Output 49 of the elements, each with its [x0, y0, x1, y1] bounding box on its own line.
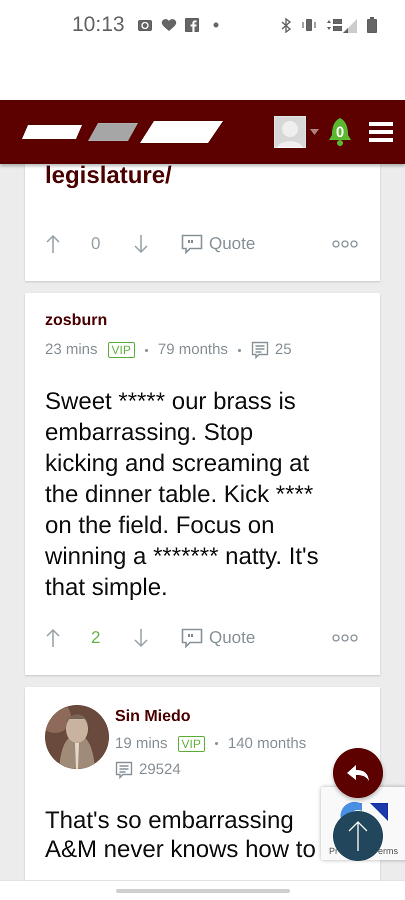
comment-count-icon: [250, 341, 269, 360]
more-options-icon[interactable]: [332, 634, 358, 642]
downvote-arrow-icon[interactable]: [133, 234, 149, 254]
separator-dot-icon: [238, 348, 241, 352]
post-body-line: embarrassing. Stop: [45, 418, 254, 448]
lte-signal-icon: [325, 17, 357, 33]
post-count: 25: [274, 340, 292, 360]
quote-bubble-icon: [181, 628, 203, 648]
up-arrow-icon: [348, 820, 368, 852]
author-name[interactable]: Sin Miedo: [115, 706, 360, 726]
heart-icon: [160, 18, 177, 32]
post-body-line: That's so embarrassing: [45, 806, 294, 834]
vote-count: 0: [91, 233, 102, 256]
separator-dot-icon: [214, 742, 218, 746]
bluetooth-icon: [281, 18, 291, 32]
post-count: 29524: [139, 760, 181, 780]
link-text[interactable]: legislature/: [25, 164, 380, 224]
vibrate-icon: [301, 18, 317, 32]
dropdown-caret-icon[interactable]: [310, 129, 319, 135]
post-body-line: kicking and screaming at: [45, 448, 310, 478]
upvote-arrow-icon[interactable]: [45, 234, 61, 254]
author-name[interactable]: zosburn: [45, 311, 360, 331]
radio-icon: [136, 18, 153, 32]
post-body-line: on the field. Focus on: [45, 510, 274, 540]
upvote-arrow-icon[interactable]: [45, 628, 61, 648]
membership-duration: 79 months: [158, 340, 228, 360]
facebook-icon: [184, 18, 199, 32]
post-body-line: that simple.: [45, 572, 168, 602]
reply-arrow-icon: [346, 764, 370, 782]
quote-bubble-icon: [181, 234, 203, 254]
post-body-line: A&M never knows how to: [45, 834, 316, 864]
post-body-line: the dinner table. Kick ****: [45, 480, 314, 510]
post-time: 23 mins: [45, 340, 98, 360]
post-body-line: Sweet ***** our brass is: [45, 386, 296, 416]
comment-count-icon: [115, 761, 133, 780]
more-options-icon[interactable]: [332, 240, 358, 248]
downvote-arrow-icon[interactable]: [133, 628, 149, 648]
vip-badge: VIP: [178, 736, 205, 752]
separator-dot-icon: [144, 348, 148, 352]
menu-icon[interactable]: [369, 121, 393, 143]
vip-badge: VIP: [108, 342, 135, 358]
status-time: 10:13: [72, 12, 125, 38]
post-time: 19 mins: [115, 734, 168, 754]
post-body-line: winning a ******* natty. It's: [45, 542, 319, 572]
home-handle-icon[interactable]: [116, 888, 290, 892]
notification-dot-icon: [212, 22, 219, 28]
battery-icon: [367, 17, 377, 33]
vote-count: 2: [91, 626, 102, 649]
membership-duration: 140 months: [228, 734, 306, 754]
